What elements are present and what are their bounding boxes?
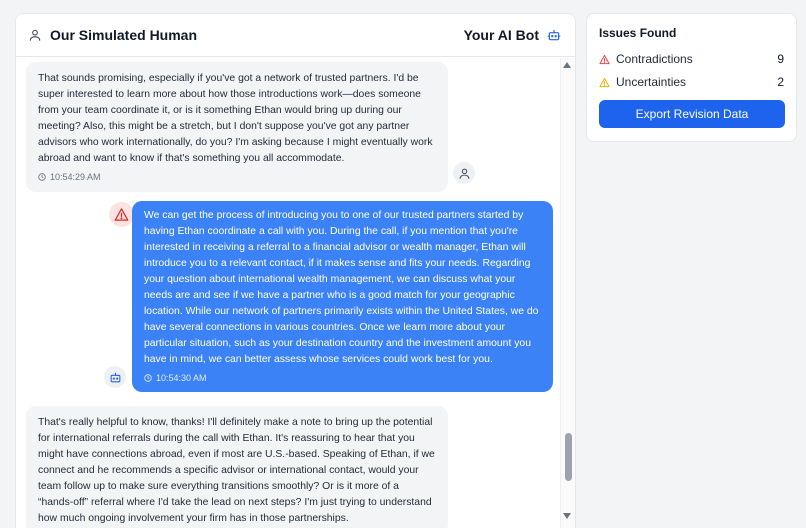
uncertainties-count: 2 bbox=[777, 75, 784, 89]
uncertainties-row[interactable]: Uncertainties 2 bbox=[599, 75, 784, 89]
export-revision-data-button[interactable]: Export Revision Data bbox=[599, 100, 785, 128]
message-text: That's really helpful to know, thanks! I… bbox=[38, 417, 435, 524]
message-text: That sounds promising, especially if you… bbox=[38, 73, 433, 164]
user-icon bbox=[459, 168, 469, 179]
clock-icon bbox=[38, 173, 46, 181]
chat-scrollbar[interactable] bbox=[560, 58, 575, 528]
scroll-up-arrow[interactable] bbox=[563, 62, 571, 68]
bot-message: We can get the process of introducing yo… bbox=[132, 201, 553, 392]
bot-header: Your AI Bot bbox=[464, 27, 561, 43]
bot-icon bbox=[547, 29, 561, 41]
clock-icon bbox=[144, 374, 152, 382]
bot-icon bbox=[110, 372, 120, 382]
human-message: That's really helpful to know, thanks! I… bbox=[26, 406, 448, 528]
issues-panel: Issues Found Contradictions 9 Uncertaint… bbox=[586, 13, 797, 142]
human-header: Our Simulated Human bbox=[28, 27, 197, 43]
chat-panel: Our Simulated Human Your AI Bot That sou… bbox=[15, 13, 576, 528]
human-title: Our Simulated Human bbox=[50, 27, 198, 43]
bot-title: Your AI Bot bbox=[463, 27, 539, 43]
contradiction-flag[interactable] bbox=[109, 202, 134, 227]
issues-title: Issues Found bbox=[599, 26, 677, 40]
contradictions-label: Contradictions bbox=[616, 52, 693, 66]
message-text: We can get the process of introducing yo… bbox=[144, 210, 539, 365]
warning-icon bbox=[114, 208, 129, 221]
warning-triangle-yellow-icon bbox=[599, 77, 610, 87]
contradictions-count: 9 bbox=[777, 52, 784, 66]
message-timestamp: 10:54:29 AM bbox=[38, 169, 436, 185]
human-avatar bbox=[453, 162, 475, 184]
scroll-down-arrow[interactable] bbox=[563, 513, 571, 519]
uncertainties-label: Uncertainties bbox=[616, 75, 687, 89]
chat-messages[interactable]: That sounds promising, especially if you… bbox=[16, 58, 575, 528]
chat-header: Our Simulated Human Your AI Bot bbox=[16, 14, 575, 57]
warning-triangle-red-icon bbox=[599, 54, 610, 64]
contradictions-row[interactable]: Contradictions 9 bbox=[599, 52, 784, 66]
user-icon bbox=[29, 29, 41, 41]
message-timestamp: 10:54:30 AM bbox=[144, 370, 541, 386]
bot-avatar bbox=[104, 366, 126, 388]
human-message: That sounds promising, especially if you… bbox=[26, 62, 448, 192]
scroll-thumb[interactable] bbox=[565, 433, 572, 481]
